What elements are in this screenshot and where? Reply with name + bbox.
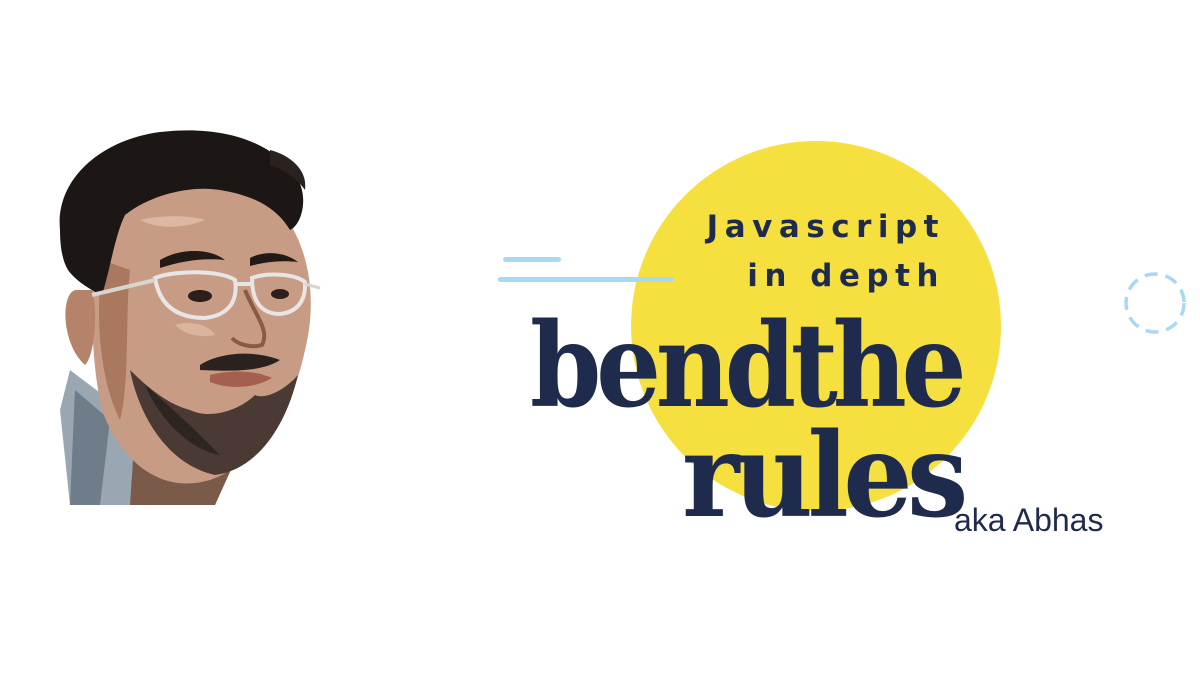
aka-label: aka Abhas xyxy=(954,502,1104,538)
accent-line-long xyxy=(498,277,674,282)
dashed-circle-icon xyxy=(1124,272,1186,334)
accent-line-short xyxy=(503,257,561,262)
title-line-1: bendthe xyxy=(530,298,967,434)
face-icon xyxy=(59,130,321,505)
subtitle-line-2: in depth xyxy=(747,258,945,294)
title-line-2: rules xyxy=(682,408,968,544)
portrait-illustration xyxy=(40,120,330,510)
subtitle-line-1: Javascript xyxy=(706,209,945,245)
